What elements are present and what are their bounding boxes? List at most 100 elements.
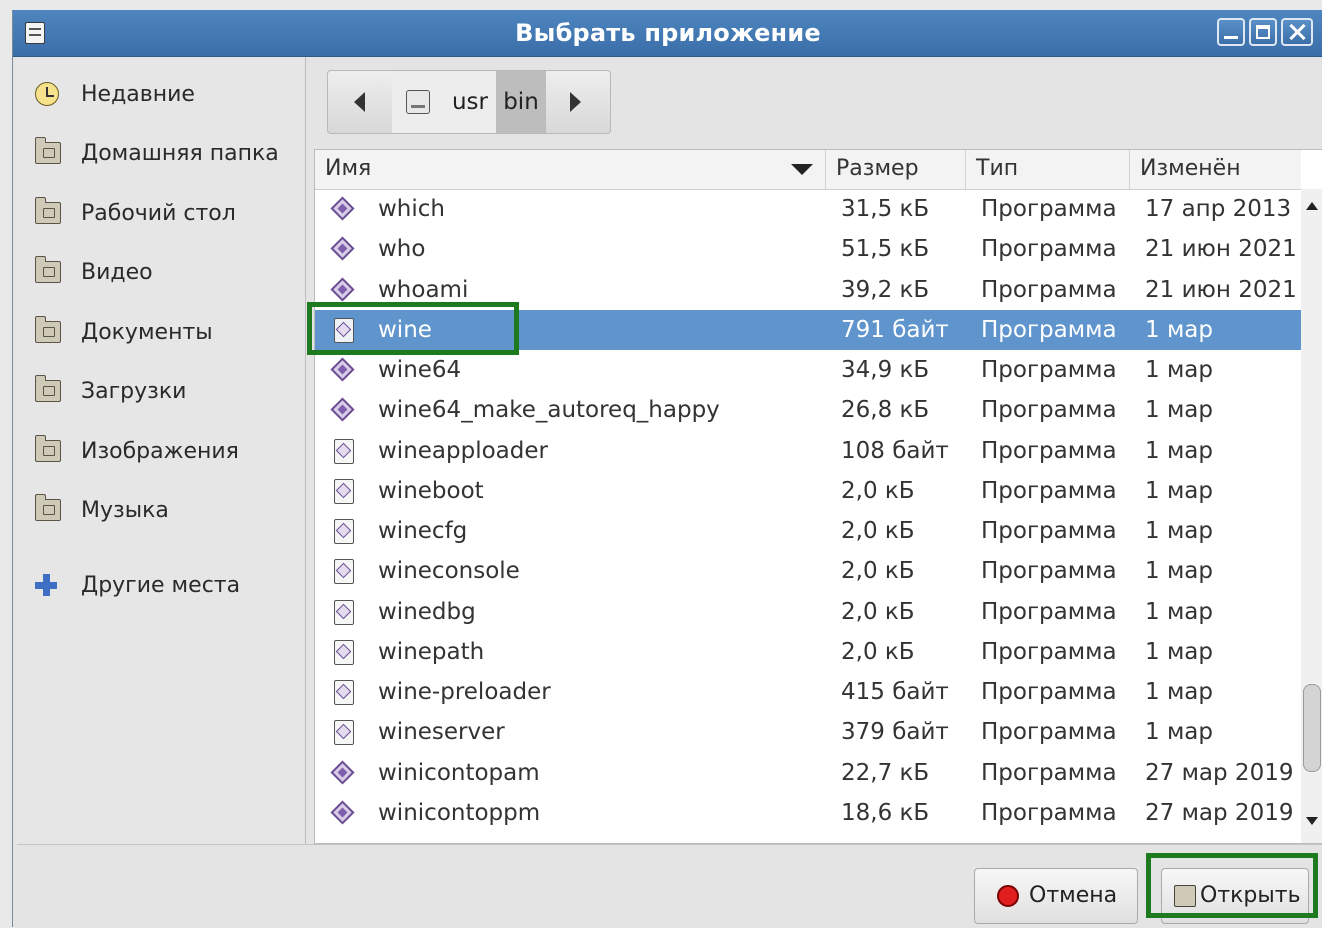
places-sidebar: Недавние Домашняя папка Рабочий стол Вид…	[17, 57, 306, 844]
app-chooser-dialog: Выбрать приложение Недавние Домашняя пап…	[12, 10, 1322, 928]
sidebar-item-home[interactable]: Домашняя папка	[17, 128, 305, 178]
table-row[interactable]: wine 791 байт Программа 1 мар	[315, 309, 1301, 350]
table-row[interactable]: winedbg 2,0 кБ Программа 1 мар	[315, 592, 1301, 632]
file-size-cell: 22,7 кБ	[841, 759, 930, 786]
path-forward-button[interactable]	[546, 71, 610, 133]
table-row[interactable]: who 51,5 кБ Программа 21 июн 2021	[315, 229, 1301, 269]
file-size-cell: 31,5 кБ	[841, 196, 930, 222]
file-modified-cell: 27 мар 2019	[1145, 799, 1294, 826]
dialog-button-bar: Отмена Открыть	[17, 844, 1322, 928]
path-segment-usr[interactable]: usr	[444, 71, 496, 133]
stop-icon	[997, 885, 1019, 907]
sidebar-item-label: Документы	[81, 319, 213, 345]
script-icon	[330, 639, 356, 666]
sidebar-item-label: Домашняя папка	[81, 140, 279, 166]
file-modified-cell: 1 мар	[1145, 397, 1213, 424]
cancel-button[interactable]: Отмена	[974, 868, 1138, 924]
file-size-cell: 379 байт	[841, 719, 949, 746]
path-segment-bin[interactable]: bin	[496, 71, 546, 133]
script-icon	[330, 599, 356, 626]
script-icon	[330, 438, 356, 465]
file-type-cell: Программа	[981, 598, 1117, 625]
table-row[interactable]: winicontopam 22,7 кБ Программа 27 мар 2019	[315, 753, 1301, 793]
file-modified-cell: 21 июн 2021	[1145, 236, 1297, 263]
table-row[interactable]: wineboot 2,0 кБ Программа 1 мар	[315, 471, 1301, 511]
table-row[interactable]: which 31,5 кБ Программа 17 апр 2013	[315, 189, 1301, 229]
column-header-name[interactable]: Имя	[315, 150, 826, 189]
path-back-button[interactable]	[328, 71, 393, 133]
music-folder-icon	[35, 494, 61, 521]
file-size-cell: 26,8 кБ	[841, 397, 930, 424]
window-title: Выбрать приложение	[515, 19, 821, 47]
scroll-down-icon[interactable]	[1306, 817, 1318, 825]
file-size-cell: 415 байт	[841, 679, 949, 705]
column-header-modified[interactable]: Изменён	[1130, 150, 1301, 189]
vertical-scrollbar[interactable]	[1301, 189, 1322, 843]
file-name-cell: winepath	[378, 638, 485, 665]
sidebar-item-label: Другие места	[81, 572, 241, 598]
file-type-cell: Программа	[981, 799, 1117, 826]
executable-icon	[330, 397, 356, 424]
column-header-size[interactable]: Размер	[826, 150, 966, 189]
sidebar-item-other-places[interactable]: Другие места	[17, 560, 305, 610]
disk-icon	[406, 90, 430, 114]
script-icon	[330, 720, 356, 746]
column-header-type[interactable]: Тип	[966, 150, 1130, 189]
table-row[interactable]: wineapploader 108 байт Программа 1 мар	[315, 431, 1301, 471]
file-modified-cell: 21 июн 2021	[1145, 276, 1297, 303]
table-row[interactable]: winepath 2,0 кБ Программа 1 мар	[315, 632, 1301, 672]
sidebar-item-desktop[interactable]: Рабочий стол	[17, 188, 305, 238]
title-bar[interactable]: Выбрать приложение	[13, 10, 1322, 57]
file-size-cell: 18,6 кБ	[841, 799, 930, 826]
table-row[interactable]: winicontoppm 18,6 кБ Программа 27 мар 2019	[315, 793, 1301, 833]
file-name-cell: wineboot	[378, 477, 484, 504]
close-icon[interactable]	[1281, 18, 1313, 46]
path-bar: usr bin	[327, 70, 611, 134]
table-row[interactable]: wineconsole 2,0 кБ Программа 1 мар	[315, 551, 1301, 591]
file-name-cell: wine	[378, 316, 432, 343]
sort-descending-icon	[791, 164, 813, 175]
file-name-cell: wine64	[378, 357, 462, 383]
table-row[interactable]: whoami 39,2 кБ Программа 21 июн 2021	[315, 270, 1301, 310]
sidebar-item-pictures[interactable]: Изображения	[17, 426, 305, 476]
file-modified-cell: 1 мар	[1145, 477, 1213, 504]
script-icon	[330, 478, 356, 505]
sidebar-item-video[interactable]: Видео	[17, 247, 305, 297]
video-folder-icon	[35, 256, 61, 283]
file-type-cell: Программа	[981, 558, 1117, 585]
minimize-icon[interactable]	[1217, 18, 1245, 46]
scrollbar-thumb[interactable]	[1303, 684, 1321, 772]
file-name-cell: wine-preloader	[378, 679, 551, 705]
file-modified-cell: 1 мар	[1145, 719, 1213, 746]
sidebar-item-downloads[interactable]: Загрузки	[17, 366, 305, 416]
table-row[interactable]: winecfg 2,0 кБ Программа 1 мар	[315, 511, 1301, 551]
table-row[interactable]: wine64 34,9 кБ Программа 1 мар	[315, 350, 1301, 390]
scroll-up-icon[interactable]	[1306, 202, 1318, 210]
file-name-cell: wineconsole	[378, 558, 520, 585]
file-type-cell: Программа	[981, 397, 1117, 424]
file-name-cell: winedbg	[378, 598, 476, 625]
path-root-button[interactable]	[392, 71, 445, 133]
file-type-cell: Программа	[981, 437, 1117, 464]
sidebar-item-documents[interactable]: Документы	[17, 307, 305, 357]
executable-icon	[330, 357, 356, 384]
pictures-folder-icon	[35, 435, 61, 462]
sidebar-item-recent[interactable]: Недавние	[17, 69, 305, 119]
open-button[interactable]: Открыть	[1161, 868, 1309, 924]
file-size-cell: 2,0 кБ	[841, 518, 915, 544]
file-list: Имя Размер Тип Изменён which 31,5 кБ Прогр…	[314, 149, 1322, 844]
file-modified-cell: 1 мар	[1145, 638, 1213, 665]
file-name-cell: winicontoppm	[378, 799, 541, 826]
maximize-icon[interactable]	[1249, 18, 1277, 46]
file-type-cell: Программа	[981, 719, 1117, 746]
table-row[interactable]: wineserver 379 байт Программа 1 мар	[315, 712, 1301, 752]
file-size-cell: 2,0 кБ	[841, 598, 915, 625]
table-row[interactable]: wine-preloader 415 байт Программа 1 мар	[315, 672, 1301, 712]
cancel-button-label: Отмена	[1029, 883, 1118, 908]
sidebar-item-music[interactable]: Музыка	[17, 485, 305, 535]
open-folder-icon	[1174, 885, 1196, 907]
file-name-cell: winecfg	[378, 518, 468, 544]
file-type-cell: Программа	[981, 316, 1117, 343]
file-name-cell: wineapploader	[378, 437, 548, 464]
table-row[interactable]: wine64_make_autoreq_happy 26,8 кБ Программ…	[315, 390, 1301, 430]
